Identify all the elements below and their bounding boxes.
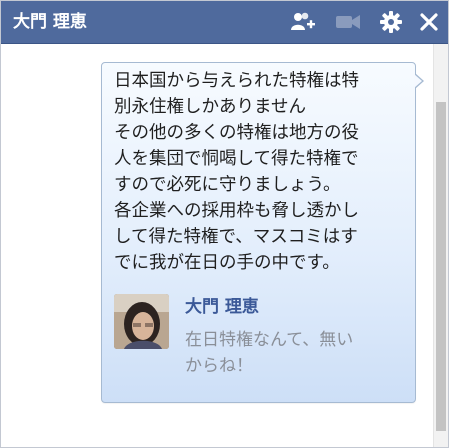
gear-icon[interactable] [378,9,404,35]
message-text-line: すので必死に守りましょう。 [114,175,341,195]
chat-titlebar[interactable]: 大門 理恵 [1,1,448,44]
message-text-line: 日本国から与えられた特権は特 [114,71,359,91]
scrollbar[interactable] [433,44,448,447]
avatar[interactable] [114,294,169,349]
scrollbar-thumb[interactable] [436,102,446,431]
shared-post-preview-line[interactable]: 在日特権なんて、無い [185,327,353,353]
chat-title[interactable]: 大門 理恵 [13,11,87,33]
message-bubble-tail [414,73,424,89]
message-text-line: その他の多くの特権は地方の役 [114,123,359,143]
shared-post-author-link[interactable]: 大門 理恵 [185,295,259,319]
close-icon[interactable] [416,9,442,35]
video-call-icon[interactable] [335,9,361,35]
message-text-line: 別永住権しかありません [114,97,306,117]
shared-post-preview-line[interactable]: からね！ [185,353,253,379]
message-text-line: して得た特権で、マスコミはす [114,227,358,247]
chat-window: 大門 理恵 日本国から与えられた特権は特 別永住権しかありません その他の多くの… [0,0,449,448]
message-text-line: 各企業への採用枠も脅し透かし [114,201,359,221]
message-text-line: 人を集団で恫喝して得た特権で [114,149,359,169]
add-friend-icon[interactable] [290,9,316,35]
message-text-line: でに我が在日の手の中です。 [114,253,340,273]
